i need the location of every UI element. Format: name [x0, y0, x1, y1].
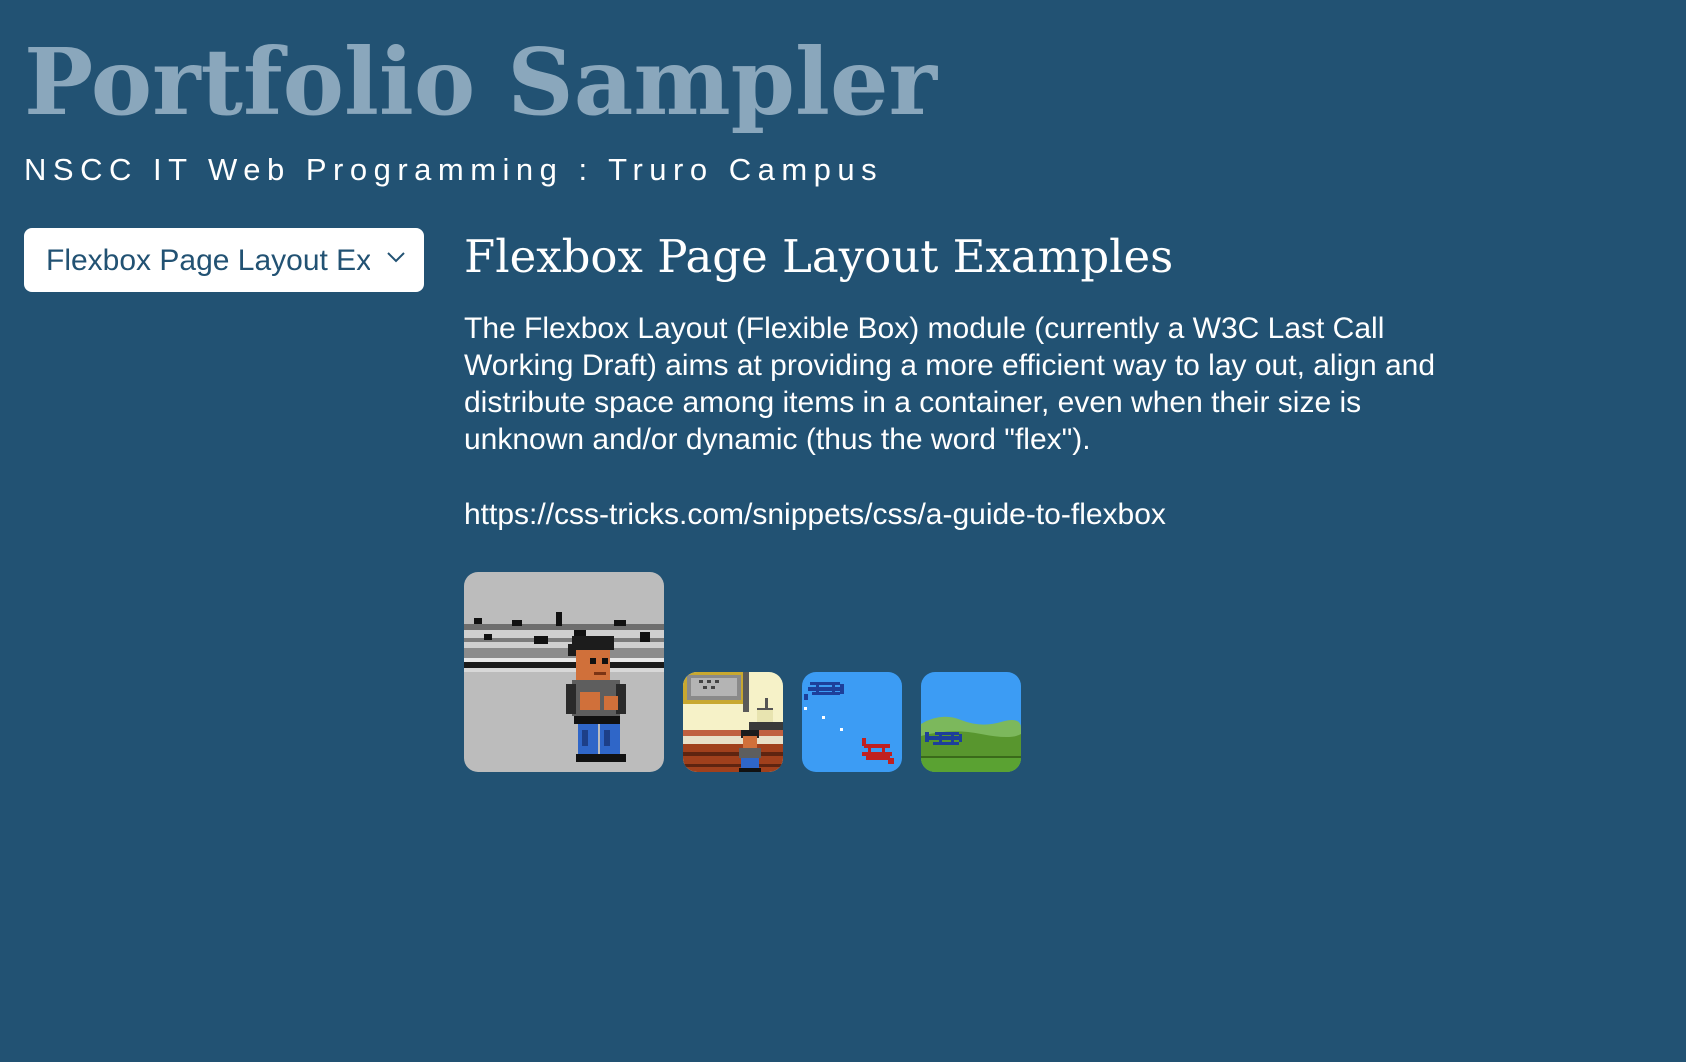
gallery-thumb-1[interactable] — [464, 572, 664, 772]
page-select-container[interactable]: Flexbox Page Layout Examples — [24, 228, 424, 292]
site-subtitle: NSCC IT Web Programming : Truro Campus — [24, 152, 884, 187]
page-select[interactable]: Flexbox Page Layout Examples — [24, 228, 424, 292]
main-content: Flexbox Page Layout Examples The Flexbox… — [464, 224, 1464, 533]
content-heading: Flexbox Page Layout Examples — [464, 230, 1174, 283]
pixel-room-icon — [683, 672, 783, 772]
gallery-thumb-2[interactable] — [683, 672, 783, 772]
reference-link[interactable]: https://css-tricks.com/snippets/css/a-gu… — [464, 496, 1464, 533]
biplanes-sky-icon — [802, 672, 902, 772]
content-description: The Flexbox Layout (Flexible Box) module… — [464, 312, 1436, 456]
thumbnail-gallery — [464, 572, 1021, 772]
site-title: Portfolio Sampler — [24, 28, 937, 136]
gallery-thumb-3[interactable] — [802, 672, 902, 772]
biplane-field-icon — [921, 672, 1021, 772]
pixel-brawler-icon — [464, 572, 664, 772]
gallery-thumb-4[interactable] — [921, 672, 1021, 772]
